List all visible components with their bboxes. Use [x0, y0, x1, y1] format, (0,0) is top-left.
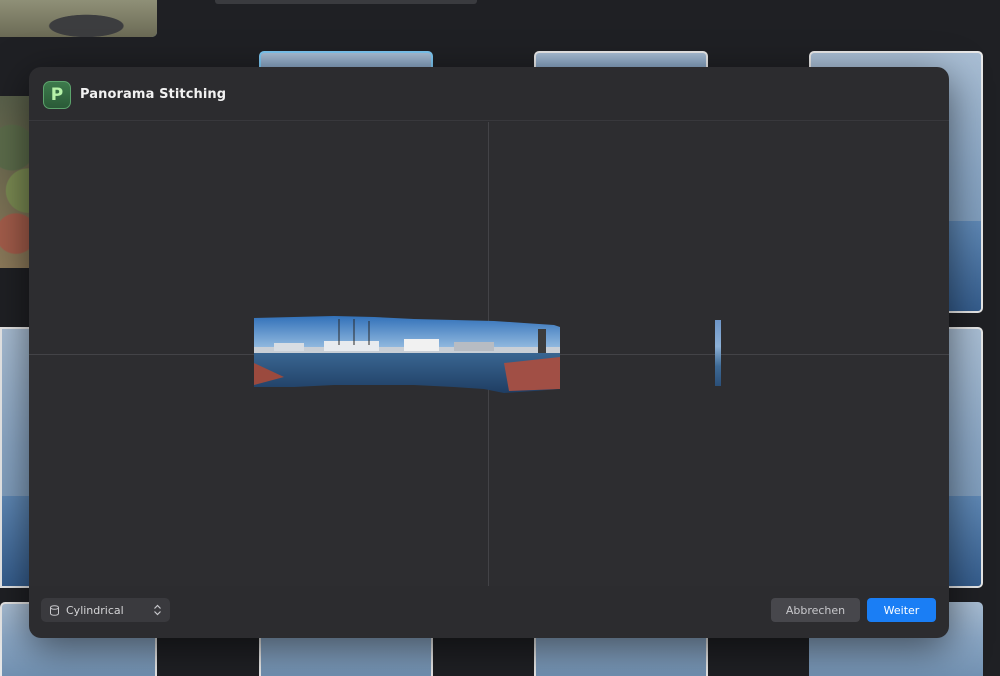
thumbnail-rock[interactable] [0, 0, 157, 37]
cylinder-icon [50, 604, 59, 616]
panorama-dialog: P Panorama Stitching Cylindrical Abbrech… [29, 67, 949, 638]
panorama-preview-canvas[interactable] [29, 122, 949, 586]
dialog-title: Panorama Stitching [80, 87, 227, 102]
continue-button[interactable]: Weiter [867, 598, 936, 622]
projection-select[interactable]: Cylindrical [41, 598, 170, 622]
dialog-header: P Panorama Stitching [29, 67, 949, 121]
panorama-fragment [715, 320, 721, 386]
app-icon: P [43, 81, 71, 109]
thumbnail-top-strip[interactable] [215, 0, 477, 4]
projection-select-value: Cylindrical [66, 603, 124, 617]
dialog-footer: Cylindrical Abbrechen Weiter [29, 586, 949, 638]
cancel-button[interactable]: Abbrechen [771, 598, 860, 622]
panorama-preview-image [254, 316, 560, 393]
app-icon-letter: P [50, 85, 64, 105]
up-down-chevron-icon [154, 604, 161, 616]
